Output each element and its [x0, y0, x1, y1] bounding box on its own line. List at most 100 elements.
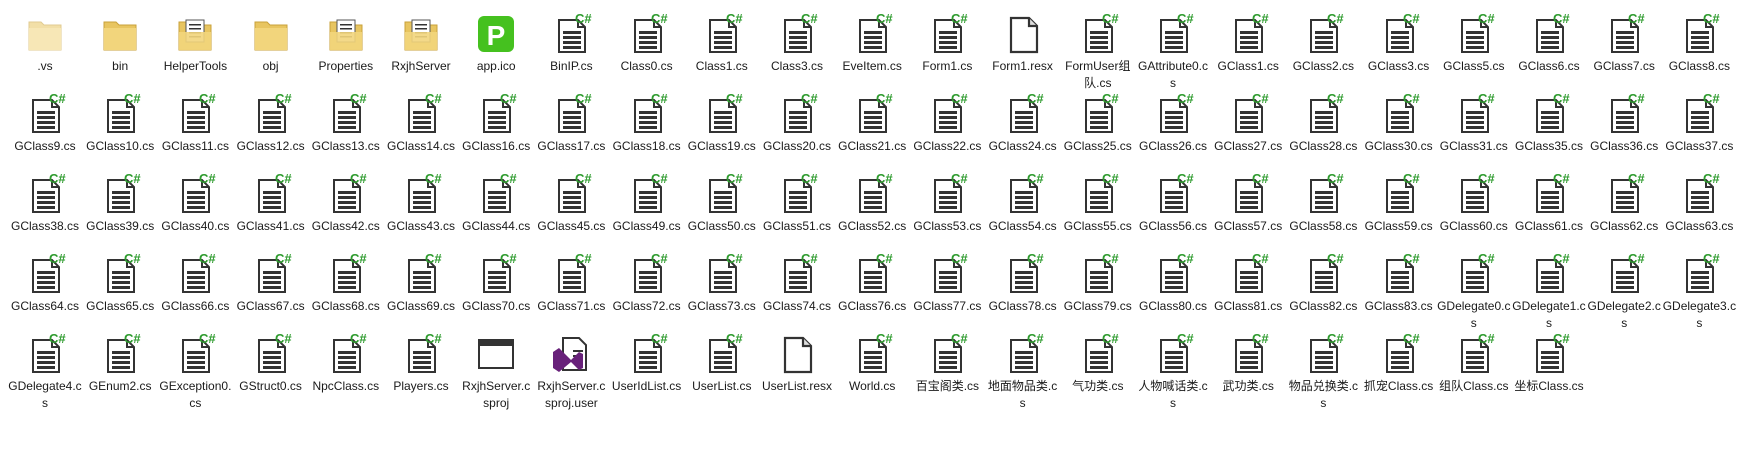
file-item[interactable]: C# Class0.cs	[610, 12, 684, 75]
file-item[interactable]: C# GAttribute0.cs	[1136, 12, 1210, 92]
file-item[interactable]: C# GClass59.cs	[1362, 172, 1436, 235]
file-item[interactable]: C# GClass5.cs	[1437, 12, 1511, 75]
file-item[interactable]: C# GClass35.cs	[1512, 92, 1586, 155]
file-item[interactable]: C# GClass83.cs	[1362, 252, 1436, 315]
file-item[interactable]: C# GClass62.cs	[1587, 172, 1661, 235]
file-item[interactable]: C# 坐标Class.cs	[1512, 332, 1586, 395]
file-item[interactable]: C# Form1.cs	[910, 12, 984, 75]
file-item[interactable]: C# GClass50.cs	[685, 172, 759, 235]
file-item[interactable]: C# GClass8.cs	[1662, 12, 1736, 75]
file-item[interactable]: C# GDelegate2.cs	[1587, 252, 1661, 332]
file-item[interactable]: C# GClass44.cs	[459, 172, 533, 235]
file-item[interactable]: C# FormUser组队.cs	[1061, 12, 1135, 92]
file-item[interactable]: C# Players.cs	[384, 332, 458, 395]
file-item[interactable]: C# GClass45.cs	[534, 172, 608, 235]
file-item[interactable]: C# GClass78.cs	[986, 252, 1060, 315]
file-item[interactable]: C# GClass7.cs	[1587, 12, 1661, 75]
file-item[interactable]: C# GClass64.cs	[8, 252, 82, 315]
file-item[interactable]: C# GClass26.cs	[1136, 92, 1210, 155]
file-item[interactable]: RxjhServer.csproj.user	[534, 332, 608, 412]
file-item[interactable]: C# GClass56.cs	[1136, 172, 1210, 235]
file-item[interactable]: C# GClass70.cs	[459, 252, 533, 315]
file-item[interactable]: C# GClass68.cs	[309, 252, 383, 315]
file-item[interactable]: C# GClass40.cs	[158, 172, 232, 235]
file-item[interactable]: C# GClass13.cs	[309, 92, 383, 155]
file-item[interactable]: C# UserList.cs	[685, 332, 759, 395]
file-item[interactable]: Form1.resx	[986, 12, 1060, 75]
file-item[interactable]: C# GClass71.cs	[534, 252, 608, 315]
file-item[interactable]: C# GClass12.cs	[234, 92, 308, 155]
file-item[interactable]: C# GClass21.cs	[835, 92, 909, 155]
file-item[interactable]: C# GStruct0.cs	[234, 332, 308, 395]
file-item[interactable]: C# GClass51.cs	[760, 172, 834, 235]
file-item[interactable]: C# GClass54.cs	[986, 172, 1060, 235]
file-item[interactable]: bin	[83, 12, 157, 75]
file-item[interactable]: Properties	[309, 12, 383, 75]
file-item[interactable]: C# GClass2.cs	[1286, 12, 1360, 75]
file-item[interactable]: C# GClass16.cs	[459, 92, 533, 155]
file-item[interactable]: C# GClass52.cs	[835, 172, 909, 235]
file-item[interactable]: C# GClass80.cs	[1136, 252, 1210, 315]
file-item[interactable]: C# GClass37.cs	[1662, 92, 1736, 155]
file-item[interactable]: C# GClass11.cs	[158, 92, 232, 155]
file-item[interactable]: C# GDelegate4.cs	[8, 332, 82, 412]
file-item[interactable]: C# GClass9.cs	[8, 92, 82, 155]
file-item[interactable]: C# GClass42.cs	[309, 172, 383, 235]
file-item[interactable]: C# 百宝阁类.cs	[910, 332, 984, 395]
file-item[interactable]: C# GClass18.cs	[610, 92, 684, 155]
file-item[interactable]: C# GClass25.cs	[1061, 92, 1135, 155]
file-item[interactable]: C# GClass6.cs	[1512, 12, 1586, 75]
file-item[interactable]: C# GClass38.cs	[8, 172, 82, 235]
file-item[interactable]: C# GClass22.cs	[910, 92, 984, 155]
file-item[interactable]: C# GEnum2.cs	[83, 332, 157, 395]
file-item[interactable]: C# GClass53.cs	[910, 172, 984, 235]
file-item[interactable]: C# GClass43.cs	[384, 172, 458, 235]
file-item[interactable]: C# GClass61.cs	[1512, 172, 1586, 235]
file-item[interactable]: C# BinIP.cs	[534, 12, 608, 75]
file-item[interactable]: C# GClass1.cs	[1211, 12, 1285, 75]
file-item[interactable]: C# 地面物品类.cs	[986, 332, 1060, 412]
file-item[interactable]: C# GClass60.cs	[1437, 172, 1511, 235]
file-item[interactable]: C# GClass77.cs	[910, 252, 984, 315]
file-item[interactable]: C# GClass81.cs	[1211, 252, 1285, 315]
file-item[interactable]: C# GClass67.cs	[234, 252, 308, 315]
file-item[interactable]: C# GClass24.cs	[986, 92, 1060, 155]
file-item[interactable]: C# GClass14.cs	[384, 92, 458, 155]
file-item[interactable]: C# Class3.cs	[760, 12, 834, 75]
file-item[interactable]: C# GDelegate3.cs	[1662, 252, 1736, 332]
file-item[interactable]: C# GClass20.cs	[760, 92, 834, 155]
file-item[interactable]: .vs	[8, 12, 82, 75]
file-item[interactable]: HelperTools	[158, 12, 232, 75]
file-item[interactable]: C# GClass28.cs	[1286, 92, 1360, 155]
file-item[interactable]: C# GClass76.cs	[835, 252, 909, 315]
file-item[interactable]: C# NpcClass.cs	[309, 332, 383, 395]
file-item[interactable]: C# GClass10.cs	[83, 92, 157, 155]
file-item[interactable]: C# 物品兑换类.cs	[1286, 332, 1360, 412]
file-item[interactable]: C# GClass49.cs	[610, 172, 684, 235]
file-item[interactable]: C# GClass31.cs	[1437, 92, 1511, 155]
file-item[interactable]: C# GClass66.cs	[158, 252, 232, 315]
file-item[interactable]: C# GClass79.cs	[1061, 252, 1135, 315]
file-item[interactable]: C# Class1.cs	[685, 12, 759, 75]
file-item[interactable]: C# GClass74.cs	[760, 252, 834, 315]
file-item[interactable]: C# UserIdList.cs	[610, 332, 684, 395]
file-item[interactable]: C# GException0.cs	[158, 332, 232, 412]
file-item[interactable]: C# GClass73.cs	[685, 252, 759, 315]
file-item[interactable]: C# GClass30.cs	[1362, 92, 1436, 155]
file-item[interactable]: C# GClass55.cs	[1061, 172, 1135, 235]
file-item[interactable]: C# GDelegate1.cs	[1512, 252, 1586, 332]
file-item[interactable]: RxjhServer.csproj	[459, 332, 533, 412]
file-item[interactable]: C# World.cs	[835, 332, 909, 395]
file-item[interactable]: C# GDelegate0.cs	[1437, 252, 1511, 332]
file-item[interactable]: C# GClass72.cs	[610, 252, 684, 315]
file-item[interactable]: RxjhServer	[384, 12, 458, 75]
file-item[interactable]: C# GClass57.cs	[1211, 172, 1285, 235]
file-item[interactable]: obj	[234, 12, 308, 75]
file-item[interactable]: C# 抓宠Class.cs	[1362, 332, 1436, 395]
file-item[interactable]: C# 武功类.cs	[1211, 332, 1285, 395]
file-item[interactable]: C# 气功类.cs	[1061, 332, 1135, 395]
file-item[interactable]: C# GClass27.cs	[1211, 92, 1285, 155]
file-item[interactable]: C# GClass17.cs	[534, 92, 608, 155]
file-item[interactable]: C# GClass58.cs	[1286, 172, 1360, 235]
file-item[interactable]: C# GClass36.cs	[1587, 92, 1661, 155]
